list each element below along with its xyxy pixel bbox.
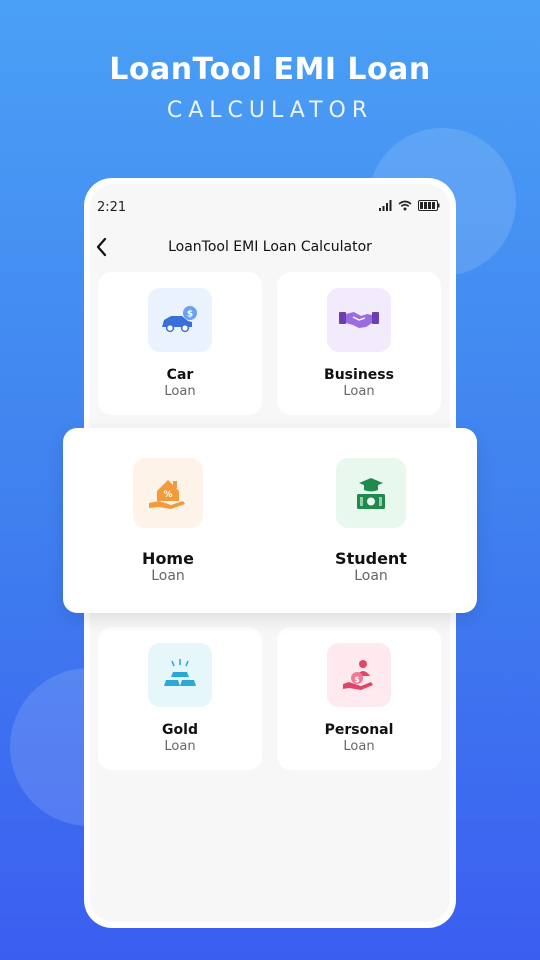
loan-name: Business [324, 367, 394, 383]
status-time: 2:21 [97, 200, 127, 215]
svg-text:$: $ [354, 675, 360, 684]
graduation-cap-money-icon [336, 458, 406, 528]
hero-title: LoanTool EMI Loan [109, 52, 431, 87]
loan-name: Student [335, 549, 407, 568]
loan-card-home[interactable]: % Home Loan [75, 440, 261, 602]
loan-card-student[interactable]: Student Loan [278, 440, 464, 602]
loan-sub: Loan [164, 739, 196, 754]
loan-name: Gold [162, 722, 198, 738]
car-dollar-icon: $ [148, 288, 212, 352]
loan-card-personal[interactable]: $ Personal Loan [277, 627, 441, 770]
loan-card-gold[interactable]: Gold Loan [98, 627, 262, 770]
signal-icon [379, 200, 392, 211]
handshake-icon [327, 288, 391, 352]
svg-text:%: % [163, 490, 172, 500]
loan-name: Car [166, 367, 194, 383]
loan-sub: Loan [354, 568, 388, 584]
svg-text:$: $ [187, 310, 193, 320]
loan-name: Home [142, 549, 194, 568]
house-hand-icon: % [133, 458, 203, 528]
status-icons [379, 200, 440, 211]
app-bar: LoanTool EMI Loan Calculator [90, 234, 450, 264]
loan-sub: Loan [343, 384, 375, 399]
app-title: LoanTool EMI Loan Calculator [168, 239, 372, 255]
loan-sub: Loan [343, 739, 375, 754]
featured-loan-row: % Home Loan Student Loan [63, 428, 477, 613]
gold-bars-icon [148, 643, 212, 707]
loan-card-car[interactable]: $ Car Loan [98, 272, 262, 415]
loan-sub: Loan [151, 568, 185, 584]
wifi-icon [398, 200, 412, 211]
loan-name: Personal [324, 722, 394, 738]
loan-card-business[interactable]: Business Loan [277, 272, 441, 415]
person-money-icon: $ [327, 643, 391, 707]
loan-sub: Loan [164, 384, 196, 399]
hero-subtitle: CALCULATOR [166, 98, 374, 123]
battery-icon [418, 200, 440, 211]
